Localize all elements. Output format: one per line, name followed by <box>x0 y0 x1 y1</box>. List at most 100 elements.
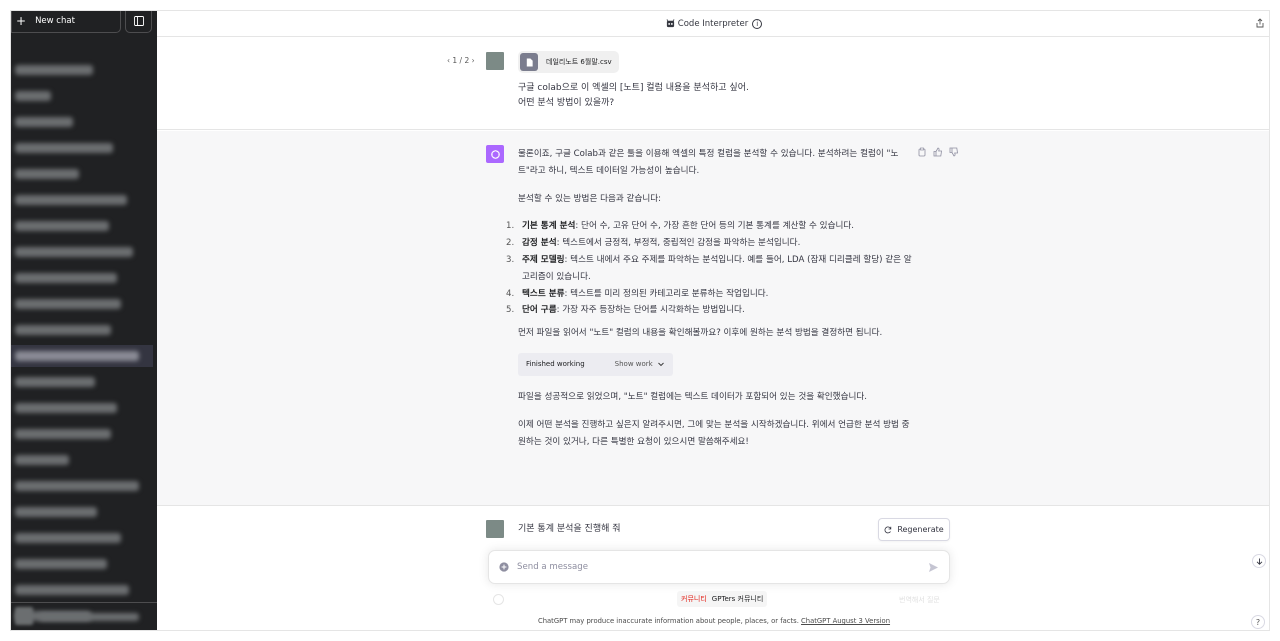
main-panel: Code Interpreter i ‹ 1 / 2 › 데일리노트 6월말.c… <box>157 11 1269 630</box>
sidebar-history-item[interactable] <box>11 579 153 601</box>
disclaimer-footer: ChatGPT may produce inaccurate informati… <box>157 617 1269 625</box>
sidebar-history-item[interactable] <box>11 267 153 289</box>
redacted-title <box>15 221 109 231</box>
translate-ask-label: 번역해서 질문 <box>899 596 940 604</box>
sidebar-history-item[interactable] <box>11 241 153 263</box>
chatgpt-logo-icon <box>486 145 504 163</box>
help-button[interactable]: ? <box>1251 615 1265 629</box>
finished-working-toggle[interactable]: Finished working Show work <box>518 352 673 376</box>
user-message-text: 구글 colab으로 이 엑셀의 [노트] 컬럼 내용을 분석하고 싶어. 어떤… <box>518 83 749 108</box>
user-message: ‹ 1 / 2 › 데일리노트 6월말.csv 구글 colab으로 이 엑셀의… <box>157 37 1269 130</box>
method-description: : 텍스트를 미리 정의된 카테고리로 분류하는 작업입니다. <box>564 288 769 299</box>
sidebar-toggle-button[interactable] <box>125 11 152 33</box>
list-number: 3. <box>506 254 515 265</box>
method-title: 주제 모델링 <box>522 254 565 265</box>
sidebar-history-item[interactable] <box>11 345 153 367</box>
thumbs-down-icon[interactable] <box>949 147 959 157</box>
sidebar-history-item[interactable] <box>11 527 153 549</box>
avatar <box>486 520 504 538</box>
redacted-title <box>15 481 139 491</box>
community-tag: 커뮤니티 <box>681 595 707 603</box>
sidebar-history-item[interactable] <box>11 189 153 211</box>
assistant-confirm: 파일을 성공적으로 읽었으며, "노트" 컬럼에는 텍스트 데이터가 포함되어 … <box>518 391 868 402</box>
scroll-down-button[interactable] <box>1252 554 1266 568</box>
redacted-title <box>15 507 97 517</box>
attach-plus-icon[interactable] <box>499 562 509 572</box>
finished-working-label: Finished working <box>526 360 585 369</box>
message-input[interactable] <box>517 562 907 572</box>
sidebar-history-item[interactable] <box>11 501 153 523</box>
list-number: 1. <box>506 221 515 232</box>
sidebar-history-item[interactable] <box>11 449 153 471</box>
redacted-title <box>15 377 95 387</box>
message-composer <box>488 550 950 584</box>
model-header: Code Interpreter i <box>157 11 1269 37</box>
info-icon[interactable]: i <box>752 18 763 29</box>
redacted-title <box>15 299 121 309</box>
analysis-method-item: 4. 텍스트 분류: 텍스트를 미리 정의된 카테고리로 분류하는 작업입니다. <box>506 286 913 303</box>
sidebar-history-item[interactable] <box>11 59 153 81</box>
list-number: 2. <box>506 238 515 249</box>
sidebar-history-item[interactable] <box>11 163 153 185</box>
method-description: : 텍스트 내에서 주요 주제를 파악하는 분석입니다. 예를 들어, LDA … <box>522 254 912 282</box>
sidebar-history-item[interactable] <box>11 293 153 315</box>
redacted-title <box>15 247 133 257</box>
list-number: 5. <box>506 305 515 316</box>
redacted-title <box>15 533 121 543</box>
analysis-method-item: 5. 단어 구름: 가장 자주 등장하는 단어를 시각화하는 방법입니다. <box>506 302 913 319</box>
redacted-title <box>15 169 79 179</box>
assistant-question: 먼저 파일을 읽어서 "노트" 컬럼의 내용을 확인해볼까요? 이후에 원하는 … <box>518 328 883 339</box>
community-badge[interactable]: 커뮤니티 GPTers 커뮤니티 <box>677 591 768 607</box>
redacted-title <box>15 559 107 569</box>
show-work-label: Show work <box>614 360 653 369</box>
method-description: : 가장 자주 등장하는 단어를 시각화하는 방법입니다. <box>556 305 745 316</box>
sidebar-history-item[interactable] <box>11 475 153 497</box>
message-pager[interactable]: ‹ 1 / 2 › <box>447 56 475 65</box>
redacted-title <box>15 429 111 439</box>
method-title: 텍스트 분류 <box>522 288 565 299</box>
redacted-title <box>15 91 51 101</box>
redacted-title <box>15 195 127 205</box>
send-icon[interactable] <box>928 562 939 573</box>
message-actions <box>917 147 959 157</box>
sidebar-history-item[interactable] <box>11 111 153 133</box>
attached-file[interactable]: 데일리노트 6월말.csv <box>518 51 619 73</box>
redacted-title <box>15 65 93 75</box>
new-chat-label: New chat <box>35 15 75 26</box>
community-name: GPTers 커뮤니티 <box>711 595 764 603</box>
sidebar-history-item[interactable] <box>11 85 153 107</box>
redacted-title <box>15 143 113 153</box>
sidebar-history-item[interactable] <box>11 397 153 419</box>
copy-icon[interactable] <box>917 147 927 157</box>
redacted-title <box>15 273 117 283</box>
file-name: 데일리노트 6월말.csv <box>546 58 612 66</box>
share-icon[interactable] <box>1255 18 1265 28</box>
sidebar-history-item[interactable] <box>11 553 153 575</box>
sidebar-history-item[interactable] <box>11 137 153 159</box>
sidebar-history-item[interactable] <box>11 215 153 237</box>
version-link[interactable]: ChatGPT August 3 Version <box>801 617 890 625</box>
code-interpreter-icon <box>666 19 675 28</box>
arrow-down-icon <box>1256 558 1262 565</box>
method-title: 감정 분석 <box>522 238 557 249</box>
sidebar-toggle-icon <box>133 15 144 26</box>
analysis-method-item: 2. 감정 분석: 텍스트에서 긍정적, 부정적, 중립적인 감정을 파악하는 분… <box>506 235 913 252</box>
sidebar-history-item[interactable] <box>11 319 153 341</box>
assistant-message-text: 물론이죠, 구글 Colab과 같은 툴을 이용해 엑셀의 특정 컬럼을 분석할… <box>506 146 913 461</box>
sidebar-history-item[interactable] <box>11 371 153 393</box>
refresh-icon <box>884 526 892 533</box>
regenerate-button[interactable]: Regenerate <box>878 518 950 541</box>
chevron-down-icon <box>657 363 664 367</box>
redacted-title <box>15 117 73 127</box>
file-icon <box>520 53 538 71</box>
app-frame: + New chat Code Interpreter i ‹ 1 / 2 › <box>10 10 1270 631</box>
sidebar-history-item[interactable] <box>11 423 153 445</box>
assistant-intro: 물론이죠, 구글 Colab과 같은 툴을 이용해 엑셀의 특정 컬럼을 분석할… <box>518 149 899 176</box>
analysis-method-item: 3. 주제 모델링: 텍스트 내에서 주요 주제를 파악하는 분석입니다. 예를 … <box>506 252 913 286</box>
thumbs-up-icon[interactable] <box>933 147 943 157</box>
user-account-button[interactable] <box>11 602 157 630</box>
avatar <box>486 52 504 70</box>
redacted-title <box>15 325 111 335</box>
assistant-closing: 이제 어떤 분석을 진행하고 싶은지 알려주시면, 그에 맞는 분석을 시작하겠… <box>518 419 910 447</box>
new-chat-button[interactable]: + New chat <box>11 11 121 33</box>
